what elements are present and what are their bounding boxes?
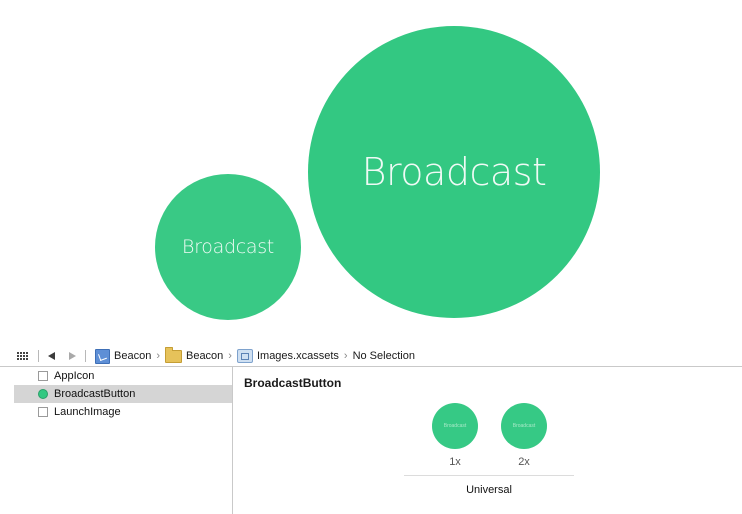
asset-item-label: BroadcastButton	[54, 388, 136, 400]
asset-item-label: LaunchImage	[54, 406, 121, 418]
image-slot-1x[interactable]: Broadcast	[432, 403, 478, 449]
toolbar-separator	[38, 350, 39, 362]
breadcrumb-asset-catalog[interactable]: Images.xcassets	[236, 349, 339, 363]
forward-arrow-icon	[69, 352, 76, 360]
breadcrumb-group-label: Beacon	[185, 350, 224, 362]
broadcastbutton-thumbnail-icon	[38, 389, 48, 399]
broadcast-label-large: Broadcast	[361, 150, 547, 194]
toolbar-separator	[85, 350, 86, 362]
grid-icon	[17, 351, 29, 361]
forward-button[interactable]	[69, 346, 76, 366]
breadcrumb-selection-label: No Selection	[352, 350, 415, 362]
idiom-label: Universal	[466, 484, 512, 496]
back-arrow-icon	[48, 352, 55, 360]
xcode-project-icon	[95, 348, 110, 364]
asset-item-appicon[interactable]: AppIcon	[14, 367, 232, 385]
broadcast-button-preview-small: Broadcast	[155, 174, 301, 320]
back-button[interactable]	[48, 346, 55, 366]
asset-item-broadcastbutton[interactable]: BroadcastButton	[14, 385, 232, 403]
scale-label-2x: 2x	[518, 456, 530, 468]
breadcrumb-selection[interactable]: No Selection	[353, 350, 415, 362]
related-items-button[interactable]	[0, 346, 29, 366]
breadcrumb-asset-catalog-label: Images.xcassets	[256, 350, 339, 362]
asset-item-label: AppIcon	[54, 370, 95, 382]
appicon-thumbnail-icon	[38, 371, 48, 381]
asset-item-launchimage[interactable]: LaunchImage	[14, 403, 232, 421]
broadcast-button-preview-large: Broadcast	[308, 26, 600, 318]
slot-thumb-label: Broadcast	[443, 423, 467, 429]
folder-icon	[164, 346, 182, 363]
breadcrumb-project-label: Beacon	[114, 350, 152, 362]
idiom-divider	[404, 475, 574, 476]
broadcast-label-small: Broadcast	[182, 236, 274, 258]
chevron-right-icon: ›	[228, 350, 232, 362]
asset-catalog-icon	[236, 349, 253, 363]
chevron-right-icon: ›	[343, 350, 348, 362]
image-set-title: BroadcastButton	[244, 376, 342, 390]
breadcrumb-project[interactable]: Beacon	[95, 348, 152, 364]
chevron-right-icon: ›	[156, 350, 160, 362]
jump-bar: Beacon › Beacon › Images.xcassets › No S…	[0, 346, 742, 367]
slot-thumb-label: Broadcast	[512, 423, 536, 429]
scale-label-1x: 1x	[449, 456, 461, 468]
launchimage-thumbnail-icon	[38, 407, 48, 417]
image-slot-2x[interactable]: Broadcast	[501, 403, 547, 449]
breadcrumb-group[interactable]: Beacon	[164, 346, 224, 363]
asset-list: AppIcon BroadcastButton LaunchImage	[14, 367, 233, 514]
